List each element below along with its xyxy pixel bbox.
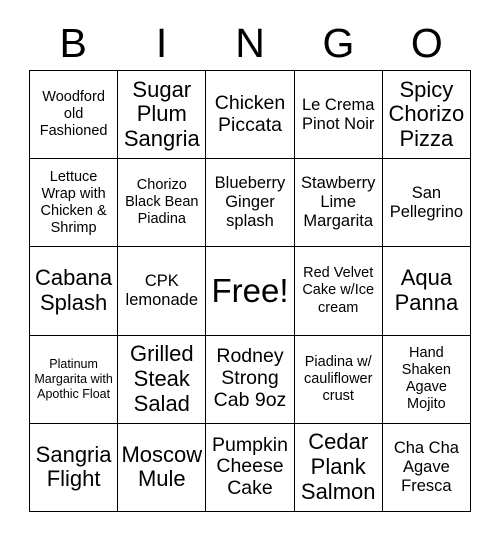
bingo-cell[interactable]: Stawberry Lime Margarita xyxy=(294,159,383,248)
bingo-cell-label: Blueberry Ginger splash xyxy=(214,174,286,231)
bingo-cell-label: Pumpkin Cheese Cake xyxy=(212,433,288,500)
bingo-header: B I N G O xyxy=(29,18,471,68)
bingo-cell-label: Chorizo Black Bean Piadina xyxy=(125,177,199,228)
bingo-cell[interactable]: Lettuce Wrap with Chicken & Shrimp xyxy=(30,159,119,248)
bingo-cell[interactable]: Woodford old Fashioned xyxy=(30,71,119,160)
bingo-cell[interactable]: Hand Shaken Agave Mojito xyxy=(382,335,471,424)
bingo-cell-label: Lettuce Wrap with Chicken & Shrimp xyxy=(40,168,107,236)
bingo-cell-label: Aqua Panna xyxy=(394,265,459,315)
bingo-cell-label: Chicken Piccata xyxy=(214,91,286,136)
bingo-cell-label: Le Crema Pinot Noir xyxy=(301,95,375,133)
bingo-cell[interactable]: Piadina w/ cauliflower crust xyxy=(294,335,383,424)
bingo-cell-label: Platinum Margarita with Apothic Float xyxy=(34,356,113,401)
bingo-cell-label: Spicy Chorizo Pizza xyxy=(388,76,465,151)
bingo-cell-label: Cha Cha Agave Fresca xyxy=(393,438,459,495)
bingo-cell[interactable]: Blueberry Ginger splash xyxy=(206,159,295,248)
bingo-cell[interactable]: Pumpkin Cheese Cake xyxy=(206,423,295,512)
bingo-cell-label: Cabana Splash xyxy=(35,265,113,315)
bingo-cell[interactable]: Red Velvet Cake w/Ice cream xyxy=(294,247,383,336)
bingo-cell-label: CPK lemonade xyxy=(125,272,199,309)
bingo-cell-label: Sugar Plum Sangria xyxy=(123,76,200,151)
bingo-cell-label: Cedar Plank Salmon xyxy=(300,429,376,504)
bingo-cell[interactable]: Chicken Piccata xyxy=(206,71,295,160)
bingo-cell[interactable]: Chorizo Black Bean Piadina xyxy=(118,159,207,248)
bingo-cell[interactable]: San Pellegrino xyxy=(382,159,471,248)
bingo-cell[interactable]: Aqua Panna xyxy=(382,247,471,336)
bingo-cell-label: Rodney Strong Cab 9oz xyxy=(213,345,287,412)
header-letter-b: B xyxy=(59,19,87,66)
bingo-cell[interactable]: Cha Cha Agave Fresca xyxy=(382,423,471,512)
bingo-cell[interactable]: Platinum Margarita with Apothic Float xyxy=(30,335,119,424)
bingo-card: B I N G O Woodford old Fashioned Sugar Pl… xyxy=(0,0,500,544)
bingo-cell-label: Hand Shaken Agave Mojito xyxy=(401,344,451,413)
bingo-cell-label: Piadina w/ cauliflower crust xyxy=(303,353,373,404)
bingo-cell-free[interactable]: Free! xyxy=(206,247,295,336)
bingo-cell-label: Woodford old Fashioned xyxy=(39,88,108,140)
bingo-cell-label: Moscow Mule xyxy=(121,441,203,492)
bingo-cell[interactable]: Cabana Splash xyxy=(30,247,119,336)
bingo-cell[interactable]: Cedar Plank Salmon xyxy=(294,423,383,512)
bingo-cell-label: Stawberry Lime Margarita xyxy=(301,174,376,231)
header-letter-i: I xyxy=(155,19,168,66)
bingo-cell[interactable]: Sugar Plum Sangria xyxy=(118,71,207,160)
bingo-cell[interactable]: CPK lemonade xyxy=(118,247,207,336)
bingo-cell[interactable]: Moscow Mule xyxy=(118,423,207,512)
bingo-cell-label: Free! xyxy=(211,271,289,309)
bingo-cell-label: Red Velvet Cake w/Ice cream xyxy=(302,265,375,316)
header-letter-o: O xyxy=(410,19,443,66)
bingo-cell[interactable]: Rodney Strong Cab 9oz xyxy=(206,335,295,424)
bingo-cell-label: Grilled Steak Salad xyxy=(130,341,194,416)
bingo-grid: Woodford old Fashioned Sugar Plum Sangria… xyxy=(29,70,471,512)
bingo-cell-label: Sangria Flight xyxy=(35,441,112,492)
bingo-cell[interactable]: Sangria Flight xyxy=(30,423,119,512)
header-letter-g: G xyxy=(322,19,355,66)
header-letter-n: N xyxy=(235,19,265,66)
bingo-cell-label: San Pellegrino xyxy=(389,183,464,221)
bingo-cell[interactable]: Grilled Steak Salad xyxy=(118,335,207,424)
bingo-cell[interactable]: Spicy Chorizo Pizza xyxy=(382,71,471,160)
bingo-cell[interactable]: Le Crema Pinot Noir xyxy=(294,71,383,160)
